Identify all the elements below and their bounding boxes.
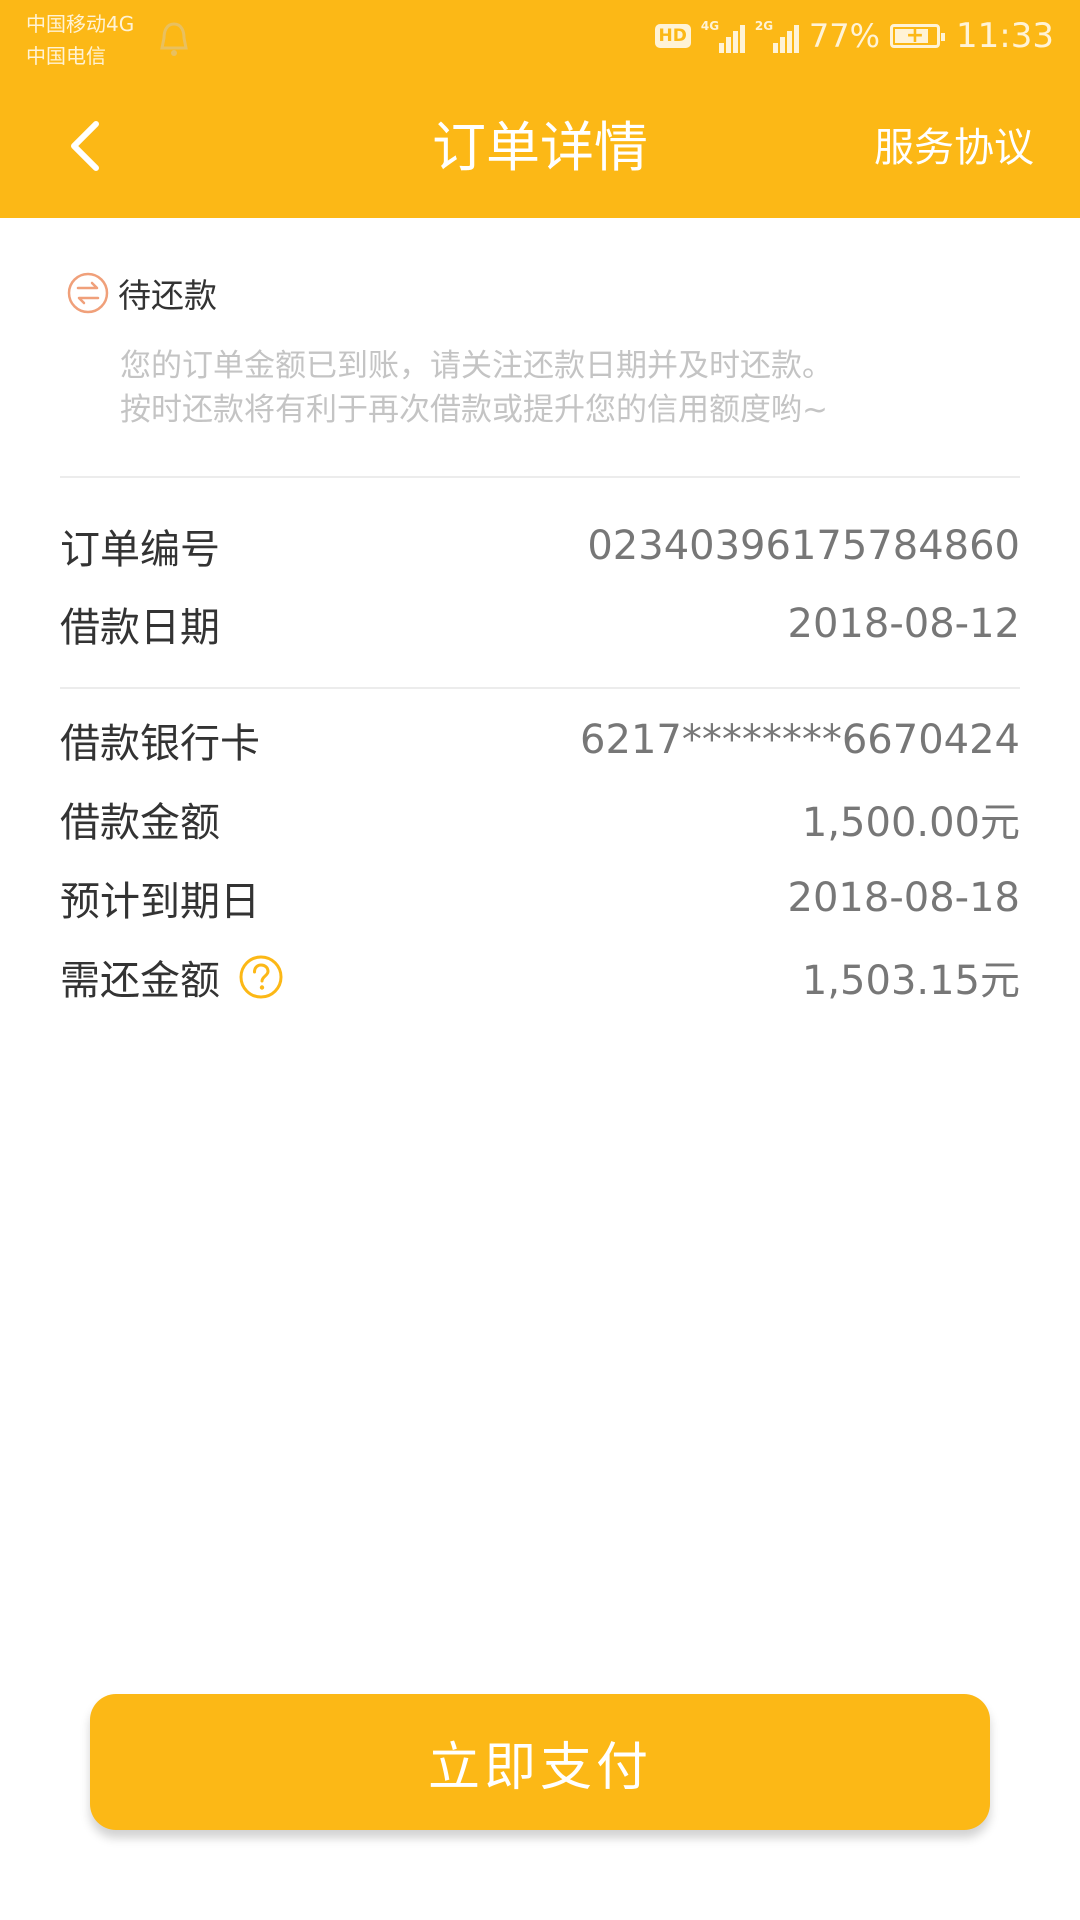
page-title: 订单详情 <box>432 116 648 179</box>
detail-value: 6217********6670424 <box>580 717 1020 763</box>
detail-value: 2018-08-18 <box>787 875 1020 921</box>
back-arrow-icon[interactable] <box>62 116 112 176</box>
battery-icon: + <box>890 23 946 48</box>
signal-4g-icon: 4G <box>701 19 745 53</box>
detail-row-due-date: 预计到期日 2018-08-18 <box>60 868 1020 928</box>
notification-bell-icon <box>160 22 188 56</box>
swap-arrows-icon <box>67 272 109 314</box>
detail-row-bank-card: 借款银行卡 6217********6670424 <box>60 710 1020 770</box>
divider <box>60 687 1020 689</box>
detail-value: 2018-08-12 <box>787 601 1020 647</box>
battery-percent: 77% <box>808 17 881 55</box>
service-agreement-link[interactable]: 服务协议 <box>874 118 1034 178</box>
order-status: 待还款 <box>66 268 217 318</box>
detail-label: 订单编号 <box>60 527 220 573</box>
repayment-notice: 您的订单金额已到账，请关注还款日期并及时还款。 按时还款将有利于再次借款或提升您… <box>120 344 1020 432</box>
notice-line-1: 您的订单金额已到账，请关注还款日期并及时还款。 <box>120 348 833 384</box>
detail-row-loan-amount: 借款金额 1,500.00元 <box>60 789 1020 849</box>
detail-value: 1,500.00元 <box>801 800 1020 846</box>
hd-badge: HD <box>654 24 691 48</box>
carrier-2: 中国电信 <box>26 44 106 68</box>
detail-label: 借款银行卡 <box>60 721 260 767</box>
detail-label: 需还金额 <box>60 948 284 1006</box>
detail-value: 02340396175784860 <box>587 523 1020 569</box>
status-label: 待还款 <box>118 276 217 315</box>
detail-label: 借款日期 <box>60 605 220 651</box>
detail-row-repay-amount: 需还金额 1,503.15元 <box>60 947 1020 1007</box>
pay-now-button[interactable]: 立即支付 <box>90 1694 990 1830</box>
detail-label: 借款金额 <box>60 800 220 846</box>
carrier-info: 中国移动4G 中国电信 <box>26 8 134 72</box>
clock: 11:33 <box>956 16 1054 56</box>
question-icon[interactable] <box>238 954 284 1000</box>
detail-label: 预计到期日 <box>60 879 260 925</box>
detail-row-loan-date: 借款日期 2018-08-12 <box>60 594 1020 654</box>
detail-value: 1,503.15元 <box>801 958 1020 1004</box>
detail-row-order-number: 订单编号 02340396175784860 <box>60 516 1020 576</box>
repay-amount-label: 需还金额 <box>60 958 220 1004</box>
status-bar: 中国移动4G 中国电信 HD 4G 2G 77% + 11:33 <box>0 0 1080 74</box>
status-icons: HD 4G 2G 77% + 11:33 <box>654 12 1054 60</box>
app-header: 中国移动4G 中国电信 HD 4G 2G 77% + 11:33 订单详情 服务… <box>0 0 1080 218</box>
divider <box>60 476 1020 478</box>
notice-line-2: 按时还款将有利于再次借款或提升您的信用额度哟~ <box>120 392 828 428</box>
carrier-1: 中国移动4G <box>26 12 135 36</box>
signal-2g-icon: 2G <box>755 19 799 53</box>
